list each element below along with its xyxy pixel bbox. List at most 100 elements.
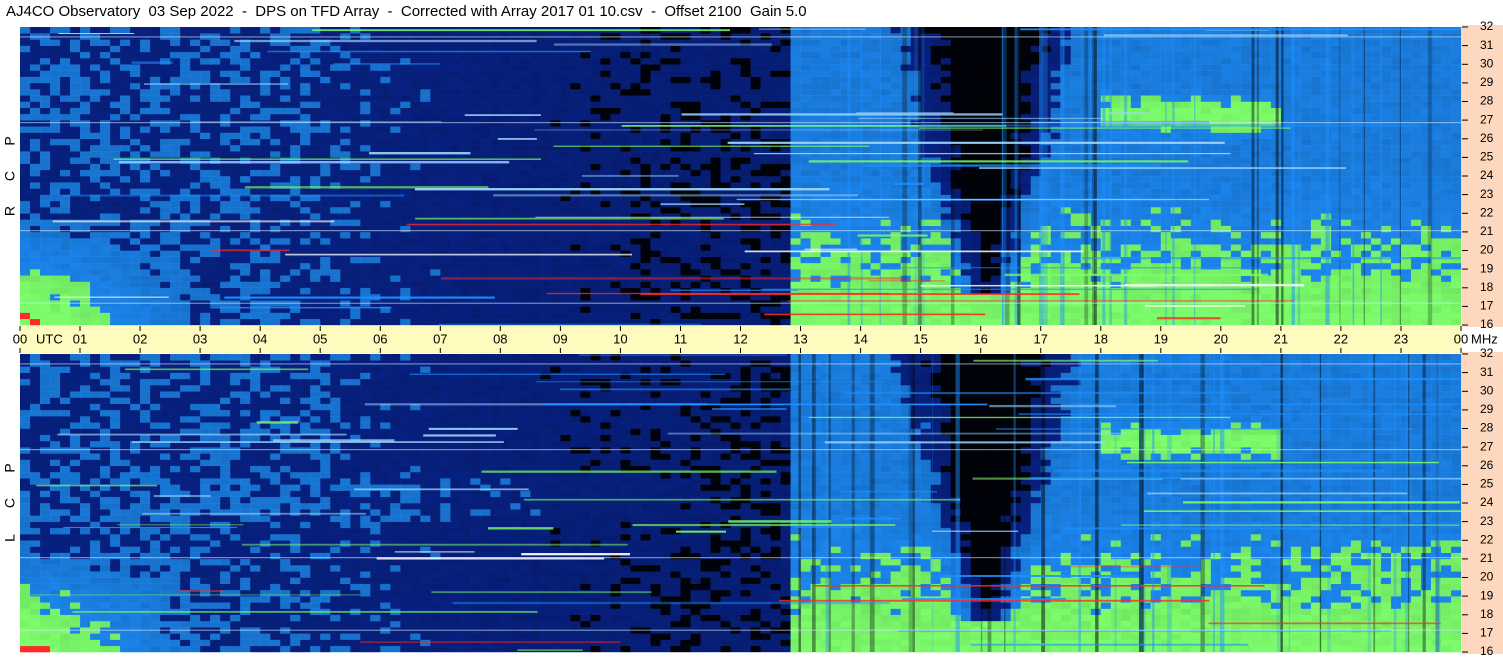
spectrogram-cell <box>110 176 121 183</box>
spectrogram-cell <box>210 262 221 270</box>
spectrogram-cell <box>110 244 121 251</box>
spectrogram-cell <box>470 200 481 208</box>
spectrogram-cell <box>390 219 401 226</box>
spectrogram-cell <box>710 318 721 326</box>
spectrogram-cell <box>1210 213 1222 220</box>
spectrogram-cell <box>1410 132 1422 140</box>
spectrogram-cell <box>1350 163 1362 171</box>
spectrogram-cell <box>180 244 191 251</box>
spectrogram-cell <box>990 293 1001 301</box>
spectrogram-cell <box>450 200 461 208</box>
spectrogram-cell <box>540 238 551 245</box>
spectrogram-cell <box>1140 293 1152 301</box>
spectrogram-cell <box>200 269 211 276</box>
spectrogram-cell <box>420 176 431 183</box>
spectrogram-cell <box>530 293 541 301</box>
spectrogram-cell <box>640 281 651 289</box>
spectrogram-cell <box>820 293 831 301</box>
spectrogram-cell <box>960 306 971 313</box>
spectrogram-cell <box>570 262 581 270</box>
spectrogram-cell <box>1190 275 1202 282</box>
spectrogram-cell <box>250 107 261 115</box>
spectrogram-cell <box>1190 163 1202 171</box>
spectrogram-cell <box>890 281 901 289</box>
spectrogram-cell <box>130 287 141 295</box>
spectrogram-cell <box>1310 238 1322 245</box>
spectrogram-cell <box>80 244 91 251</box>
spectrogram-cell <box>180 151 191 158</box>
spectrogram-cell <box>1380 244 1392 251</box>
spectrogram-cell <box>80 256 91 264</box>
spectrogram-cell <box>650 207 661 214</box>
spectrogram-cell <box>1370 293 1382 301</box>
spectrogram-cell <box>750 207 761 214</box>
spectrogram-cell <box>1450 306 1462 313</box>
spectrogram-cell <box>260 312 271 320</box>
spectrogram-cell <box>970 132 981 140</box>
spectrogram-cell <box>1230 219 1242 226</box>
spectrogram-cell <box>1240 200 1252 208</box>
spectrogram-cell <box>1390 306 1402 313</box>
spectrogram-cell <box>570 231 581 239</box>
spectrogram-cell <box>770 182 781 189</box>
spectrogram-cell <box>1350 219 1362 226</box>
spectrogram-cell <box>760 151 771 158</box>
spectrogram-cell <box>520 244 531 251</box>
spectrogram-cell <box>650 163 661 171</box>
spectrogram-cell <box>870 269 881 276</box>
spectrogram-cell <box>790 213 801 220</box>
spectrogram-cell <box>240 113 251 121</box>
spectrogram-cell <box>500 120 511 127</box>
spectrogram-cell <box>360 151 371 158</box>
spectrogram-cell <box>1150 188 1162 195</box>
spectrogram-cell <box>290 188 301 195</box>
spectrogram-cell <box>940 200 951 208</box>
spectrogram-cell <box>990 312 1001 320</box>
spectrogram-cell <box>610 163 621 171</box>
spectrogram-cell <box>390 312 401 320</box>
spectrogram-cell <box>1110 182 1122 189</box>
spectrogram-cell <box>930 207 941 214</box>
spectrogram-cell <box>670 151 681 158</box>
spectrogram-cell <box>1360 275 1372 282</box>
spectrogram-cell <box>1340 250 1352 258</box>
spectrogram-cell <box>390 138 401 146</box>
spectrogram-cell <box>1390 312 1402 320</box>
spectrogram-cell <box>370 107 381 115</box>
spectrogram-cell <box>220 163 231 171</box>
spectrogram-cell <box>530 182 541 189</box>
spectrogram-cell <box>40 126 51 133</box>
spectrogram-cell <box>600 306 611 313</box>
spectrogram-cell <box>610 231 621 239</box>
spectrogram-cell <box>200 200 211 208</box>
spectrogram-cell <box>1210 194 1222 202</box>
spectrogram-cell <box>690 269 701 276</box>
spectrogram-cell <box>420 132 431 140</box>
spectrogram-cell <box>1020 318 1031 326</box>
spectrogram-cell <box>930 200 941 208</box>
spectrogram-cell <box>610 238 621 245</box>
spectrogram-cell <box>260 132 271 140</box>
spectrogram-cell <box>1220 293 1232 301</box>
spectrogram-cell <box>1300 200 1312 208</box>
spectrogram-cell <box>230 238 241 245</box>
spectrogram-cell <box>1140 144 1152 152</box>
spectrogram-cell <box>130 231 141 239</box>
spectrogram-cell <box>1140 151 1152 158</box>
spectrogram-cell <box>1310 219 1322 226</box>
spectrogram-cell <box>690 182 701 189</box>
spectrogram-cell <box>480 238 491 245</box>
spectrogram-cell <box>1210 169 1222 177</box>
spectrogram-cell <box>750 244 761 251</box>
spectrogram-cell <box>680 207 691 214</box>
spectrogram-cell <box>1440 207 1452 214</box>
spectrogram-cell <box>1070 244 1082 251</box>
spectrogram-cell <box>570 151 581 158</box>
spectrogram-cell <box>870 176 881 183</box>
spectrogram-cell <box>980 188 991 195</box>
spectrogram-cell <box>970 293 981 301</box>
spectrogram-cell <box>610 269 621 276</box>
spectrogram-cell <box>580 262 591 270</box>
spectrogram-cell <box>960 207 971 214</box>
spectrogram-cell <box>220 120 231 127</box>
